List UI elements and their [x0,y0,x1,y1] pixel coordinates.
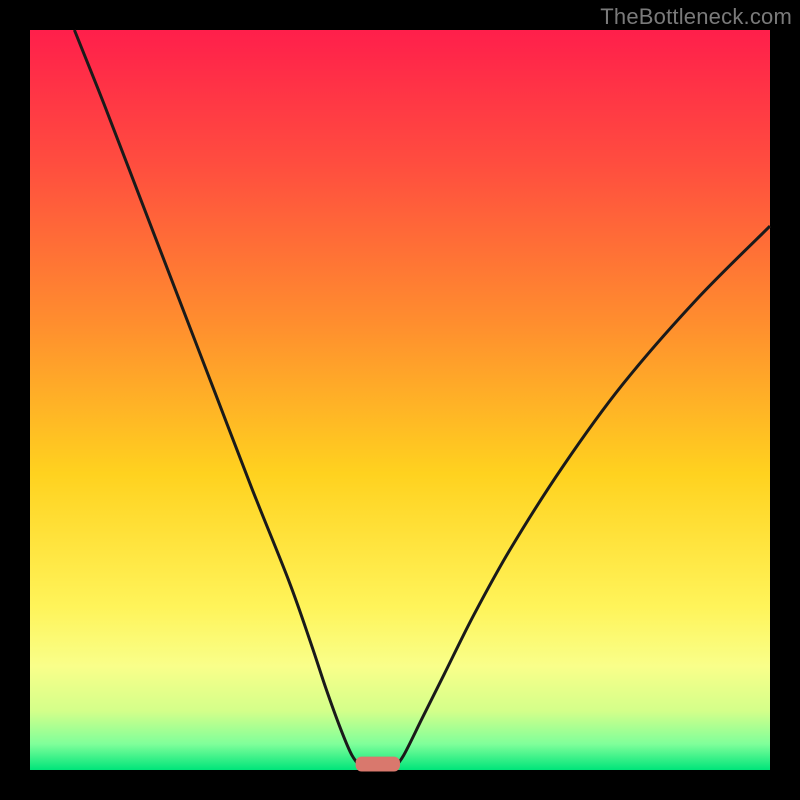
bottleneck-chart [0,0,800,800]
bottleneck-marker [356,757,400,772]
plot-background [30,30,770,770]
chart-frame: TheBottleneck.com [0,0,800,800]
watermark-text: TheBottleneck.com [600,4,792,30]
